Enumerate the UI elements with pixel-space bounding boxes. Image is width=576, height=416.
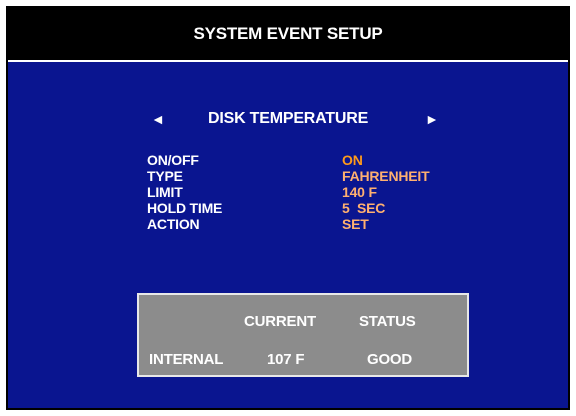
type-value[interactable]: FAHRENHEIT (342, 168, 430, 184)
action-label: ACTION (147, 216, 200, 232)
hold-time-value[interactable]: 5 SEC (342, 200, 385, 216)
status-column-header: STATUS (359, 313, 416, 330)
limit-value[interactable]: 140 F (342, 184, 377, 200)
next-event-arrow-icon[interactable]: ► (425, 108, 439, 130)
sensor-name: INTERNAL (149, 351, 224, 368)
hold-time-label: HOLD TIME (147, 200, 223, 216)
action-value[interactable]: SET (342, 216, 369, 232)
setting-row-limit: LIMIT 140 F (147, 184, 487, 200)
limit-label: LIMIT (147, 184, 183, 200)
on-off-value[interactable]: ON (342, 152, 363, 168)
temperature-status: GOOD (367, 351, 413, 368)
setting-row-action: ACTION SET (147, 216, 487, 232)
current-temperature: 107 F (267, 351, 305, 368)
window-title: SYSTEM EVENT SETUP (8, 8, 568, 62)
previous-event-arrow-icon[interactable]: ◄ (151, 108, 165, 130)
setting-row-hold-time: HOLD TIME 5 SEC (147, 200, 487, 216)
event-selector[interactable]: ◄ DISK TEMPERATURE ► (8, 108, 568, 130)
settings-list: ON/OFF ON TYPE FAHRENHEIT LIMIT 140 F HO… (147, 152, 487, 232)
selected-event-name: DISK TEMPERATURE (208, 110, 369, 127)
type-label: TYPE (147, 168, 183, 184)
current-column-header: CURRENT (244, 313, 316, 330)
on-off-label: ON/OFF (147, 152, 199, 168)
status-panel: CURRENT STATUS INTERNAL 107 F GOOD (137, 293, 469, 377)
setting-row-type: TYPE FAHRENHEIT (147, 168, 487, 184)
setup-window: SYSTEM EVENT SETUP ◄ DISK TEMPERATURE ► … (6, 6, 570, 410)
setting-row-on-off: ON/OFF ON (147, 152, 487, 168)
